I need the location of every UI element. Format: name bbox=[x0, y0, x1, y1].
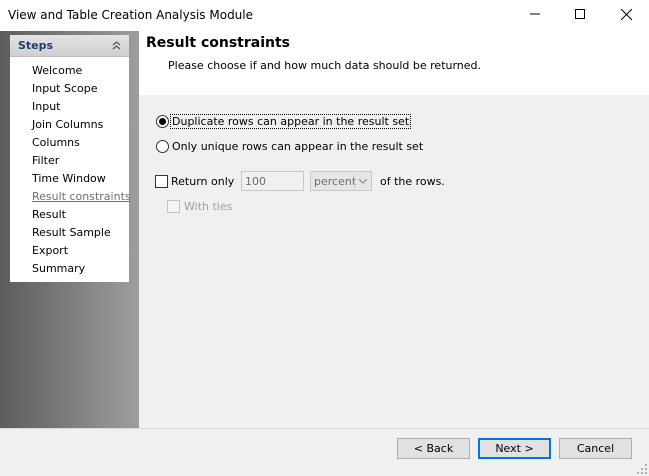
title-bar: View and Table Creation Analysis Module bbox=[0, 0, 649, 31]
step-result-constraints[interactable]: Result constraints bbox=[32, 188, 131, 206]
steps-list: Welcome Input Scope Input Join Columns C… bbox=[32, 62, 131, 278]
step-export[interactable]: Export bbox=[32, 242, 131, 260]
unique-rows-radio[interactable] bbox=[156, 140, 169, 153]
chevron-down-icon[interactable] bbox=[354, 173, 370, 189]
step-filter[interactable]: Filter bbox=[32, 152, 131, 170]
step-welcome[interactable]: Welcome bbox=[32, 62, 131, 80]
close-button[interactable] bbox=[603, 0, 649, 31]
with-ties-label: With ties bbox=[184, 200, 233, 213]
row-limit-input[interactable]: 100 bbox=[241, 171, 304, 191]
duplicate-rows-option[interactable]: Duplicate rows can appear in the result … bbox=[156, 114, 412, 129]
step-input[interactable]: Input bbox=[32, 98, 131, 116]
step-result-sample[interactable]: Result Sample bbox=[32, 224, 131, 242]
close-icon bbox=[620, 8, 632, 23]
next-button[interactable]: Next > bbox=[478, 438, 551, 459]
collapse-icon[interactable] bbox=[109, 38, 124, 53]
minimize-button[interactable] bbox=[512, 0, 558, 31]
step-columns[interactable]: Columns bbox=[32, 134, 131, 152]
button-bar bbox=[0, 428, 649, 476]
step-time-window[interactable]: Time Window bbox=[32, 170, 131, 188]
return-only-label[interactable]: Return only bbox=[171, 175, 234, 188]
step-result[interactable]: Result bbox=[32, 206, 131, 224]
resize-grip-icon[interactable] bbox=[637, 464, 647, 474]
limit-unit-value: percent bbox=[314, 175, 357, 188]
steps-title: Steps bbox=[18, 39, 54, 52]
duplicate-rows-label[interactable]: Duplicate rows can appear in the result … bbox=[169, 114, 412, 129]
back-button[interactable]: < Back bbox=[397, 438, 470, 459]
return-only-checkbox[interactable] bbox=[155, 175, 168, 188]
unique-rows-label[interactable]: Only unique rows can appear in the resul… bbox=[171, 140, 424, 153]
maximize-icon bbox=[575, 9, 585, 22]
page-description: Please choose if and how much data shoul… bbox=[168, 59, 482, 72]
unique-rows-option[interactable]: Only unique rows can appear in the resul… bbox=[156, 140, 424, 153]
step-input-scope[interactable]: Input Scope bbox=[32, 80, 131, 98]
window-title: View and Table Creation Analysis Module bbox=[8, 8, 254, 22]
step-join-columns[interactable]: Join Columns bbox=[32, 116, 131, 134]
step-summary[interactable]: Summary bbox=[32, 260, 131, 278]
minimize-icon bbox=[530, 9, 540, 22]
duplicate-rows-radio[interactable] bbox=[156, 115, 169, 128]
with-ties-checkbox[interactable] bbox=[167, 200, 180, 213]
limit-unit-select[interactable]: percent bbox=[310, 171, 372, 191]
steps-header: Steps bbox=[10, 35, 129, 57]
of-the-rows-label: of the rows. bbox=[380, 175, 445, 188]
maximize-button[interactable] bbox=[557, 0, 603, 31]
cancel-button[interactable]: Cancel bbox=[559, 438, 632, 459]
page-title: Result constraints bbox=[146, 35, 290, 51]
